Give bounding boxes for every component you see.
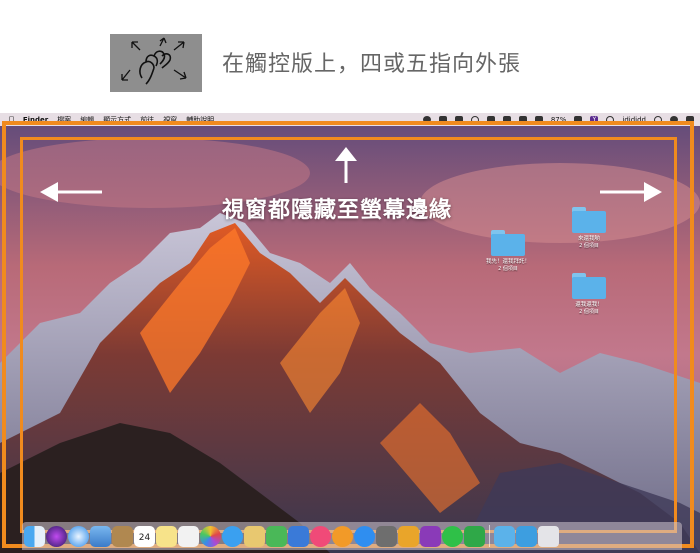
folder-item-count: 2 個項目 [579,242,599,249]
gesture-illustration [110,34,202,92]
ibooks-icon[interactable] [332,525,353,547]
itunes-icon[interactable] [310,525,331,547]
safari-icon[interactable] [68,525,89,547]
arrow-left-icon [40,182,102,202]
contacts-icon[interactable] [112,525,133,547]
arrow-right-icon [600,182,662,202]
reminders-icon[interactable] [178,525,199,547]
finder-icon[interactable] [24,525,45,547]
appstore-icon[interactable] [354,525,375,547]
desktop-folder[interactable]: 來還我喲 2 個項目 [559,207,619,249]
dock: 24 [22,522,682,550]
folder-icon [572,273,606,299]
folder-icon[interactable] [494,525,515,547]
dock-separator [489,525,490,547]
downloads-folder-icon[interactable] [516,525,537,547]
mail-icon[interactable] [90,525,111,547]
messages-icon[interactable] [222,525,243,547]
siri-icon[interactable] [46,525,67,547]
desktop-screenshot:  Finder 檔案 編輯 顯示方式 前往 視窗 輔助說明 87% Y idi… [0,113,700,553]
onenote-icon[interactable] [420,525,441,547]
line-icon[interactable] [442,525,463,547]
calendar-icon[interactable]: 24 [134,525,155,547]
desktop-folder[interactable]: 我先！還我拜託！ 2 個項目 [478,230,538,272]
evernote-icon[interactable] [464,525,485,547]
keynote-icon[interactable] [288,525,309,547]
arrow-up-icon [335,147,357,183]
folder-icon [572,207,606,233]
photos-icon[interactable] [200,525,221,547]
trash-icon[interactable] [538,525,559,547]
hand-spread-gesture-icon [121,37,187,85]
instruction-text: 在觸控版上，四或五指向外張 [222,52,522,77]
desktop-folder[interactable]: 還我還我！ 2 個項目 [559,273,619,315]
folder-name: 還我還我！ [575,302,603,308]
folder-item-count: 2 個項目 [498,265,518,272]
folder-icon [491,230,525,256]
notes-icon[interactable] [156,525,177,547]
folder-name: 我先！還我拜託！ [485,259,530,265]
tes-icon[interactable] [398,525,419,547]
facetime-icon[interactable] [244,525,265,547]
preferences-icon[interactable] [376,525,397,547]
folder-item-count: 2 個項目 [579,308,599,315]
overlay-caption: 視窗都隱藏至螢幕邊緣 [222,198,453,223]
folder-name: 來還我喲 [577,236,600,242]
numbers-icon[interactable] [266,525,287,547]
